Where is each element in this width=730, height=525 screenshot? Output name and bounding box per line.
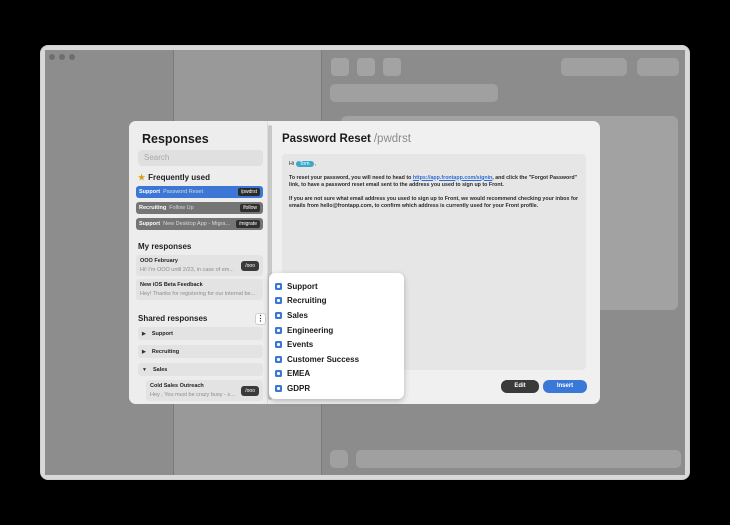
menu-item-support[interactable]: Support (269, 279, 404, 294)
minimize-window-icon[interactable] (59, 54, 65, 60)
response-detail-title: Password Reset/pwdrst (282, 133, 411, 145)
body-paragraph: To reset your password, you will need to… (289, 175, 579, 190)
menu-item-label: EMEA (287, 369, 311, 379)
body-paragraph: If you are not sure what email address y… (289, 195, 579, 210)
frequent-response-item[interactable]: Recruiting Follow Up /follow (136, 202, 263, 214)
checkbox-icon[interactable] (275, 326, 282, 334)
body-text: To reset your password, you will need to… (289, 174, 412, 181)
search-input[interactable]: Search (138, 150, 263, 166)
response-shortcut: /ooo (241, 261, 259, 271)
menu-item-label: Engineering (287, 325, 334, 335)
chevron-right-icon: ▶ (142, 348, 146, 355)
window-controls (49, 54, 75, 60)
response-preview: Hey , You must be crazy busy - so... (150, 392, 236, 398)
menu-item-gdpr[interactable]: GDPR (269, 381, 404, 396)
shared-response-item[interactable]: Cold Sales Outreach Hey , You must be cr… (146, 380, 263, 401)
menu-item-label: Recruiting (287, 296, 327, 306)
menu-item-engineering[interactable]: Engineering (269, 323, 404, 338)
menu-item-sales[interactable]: Sales (269, 308, 404, 323)
shared-responses-heading: Shared responses (138, 314, 208, 323)
menu-item-label: Customer Success (287, 354, 360, 364)
folder-name: Sales (152, 366, 168, 373)
checkbox-icon[interactable] (275, 341, 282, 349)
background-toolbar-pill (637, 58, 679, 76)
star-icon: ★ (138, 173, 146, 182)
menu-item-label: Support (287, 281, 318, 291)
background-toolbar-pill (561, 58, 627, 76)
response-shortcut: /follow (239, 204, 260, 212)
greeting-line: Hi Tom , (289, 161, 579, 169)
menu-item-label: Sales (287, 310, 308, 320)
shared-folders-dropdown: Support Recruiting Sales Engineering Eve… (269, 273, 404, 399)
response-preview: Hey! Thanks for registering for our inte… (140, 291, 256, 297)
folder-name: Support (151, 330, 173, 337)
response-team: Recruiting (139, 205, 167, 211)
signin-link[interactable]: https://app.frontapp.com/signin (413, 175, 492, 181)
response-team: Support (139, 189, 161, 195)
checkbox-icon[interactable] (275, 370, 282, 378)
my-response-item[interactable]: New iOS Beta Feedback Hey! Thanks for re… (136, 279, 263, 300)
close-window-icon[interactable] (49, 54, 55, 60)
checkbox-icon[interactable] (275, 384, 282, 392)
background-composer-button (330, 450, 348, 468)
response-name: New Desktop App - Migra... (163, 221, 231, 227)
chevron-right-icon: ▶ (142, 330, 146, 337)
shared-folder-sales[interactable]: ▼ Sales (138, 363, 263, 376)
menu-item-events[interactable]: Events (269, 337, 404, 352)
shared-folder-support[interactable]: ▶ Support (138, 327, 263, 340)
insert-button[interactable]: Insert (543, 380, 587, 393)
response-preview: Hi! I'm OOO until 2/23, in case of em... (140, 267, 234, 273)
background-toolbar-button (383, 58, 401, 76)
more-options-icon[interactable]: ⋮ (255, 313, 266, 325)
background-composer-bar (356, 450, 681, 468)
response-title: New iOS Beta Feedback (140, 282, 203, 288)
chevron-down-icon: ▼ (142, 366, 147, 373)
menu-item-emea[interactable]: EMEA (269, 367, 404, 382)
response-shortcut: /pwdrst (237, 188, 260, 196)
frequently-used-heading: ★ Frequently used (138, 173, 210, 182)
response-detail-name: Password Reset (282, 133, 371, 145)
checkbox-icon[interactable] (275, 297, 282, 305)
folder-name: Recruiting (151, 348, 180, 355)
zoom-window-icon[interactable] (69, 54, 75, 60)
response-team: Support (139, 221, 161, 227)
checkbox-icon[interactable] (275, 311, 282, 319)
checkbox-icon[interactable] (275, 355, 282, 363)
frequent-response-item[interactable]: Support New Desktop App - Migra... /migr… (136, 218, 263, 230)
menu-item-label: Events (287, 340, 314, 350)
checkbox-icon[interactable] (275, 282, 282, 290)
my-response-item[interactable]: OOO February Hi! I'm OOO until 2/23, in … (136, 255, 263, 276)
responses-sidebar: Responses Search ★ Frequently used Suppor… (129, 121, 268, 404)
background-subject-bar (330, 84, 498, 102)
background-toolbar-button (357, 58, 375, 76)
menu-item-recruiting[interactable]: Recruiting (269, 294, 404, 309)
response-name: Password Reset (163, 189, 204, 195)
response-shortcut: /migrate (235, 220, 260, 228)
modal-title: Responses (142, 132, 209, 146)
response-detail-shortcut: /pwdrst (373, 133, 411, 145)
menu-item-label: GDPR (287, 383, 311, 393)
my-responses-heading: My responses (138, 242, 192, 251)
response-shortcut: /ooo (241, 386, 259, 396)
shared-folder-recruiting[interactable]: ▶ Recruiting (138, 345, 263, 358)
variable-tag: Tom (295, 161, 314, 167)
greeting-suffix: , (315, 161, 317, 167)
edit-button[interactable]: Edit (501, 380, 539, 393)
background-toolbar-button (331, 58, 349, 76)
menu-item-customer-success[interactable]: Customer Success (269, 352, 404, 367)
response-name: Follow Up (169, 205, 194, 211)
frequent-response-item[interactable]: Support Password Reset /pwdrst (136, 186, 263, 198)
greeting-prefix: Hi (289, 161, 295, 167)
